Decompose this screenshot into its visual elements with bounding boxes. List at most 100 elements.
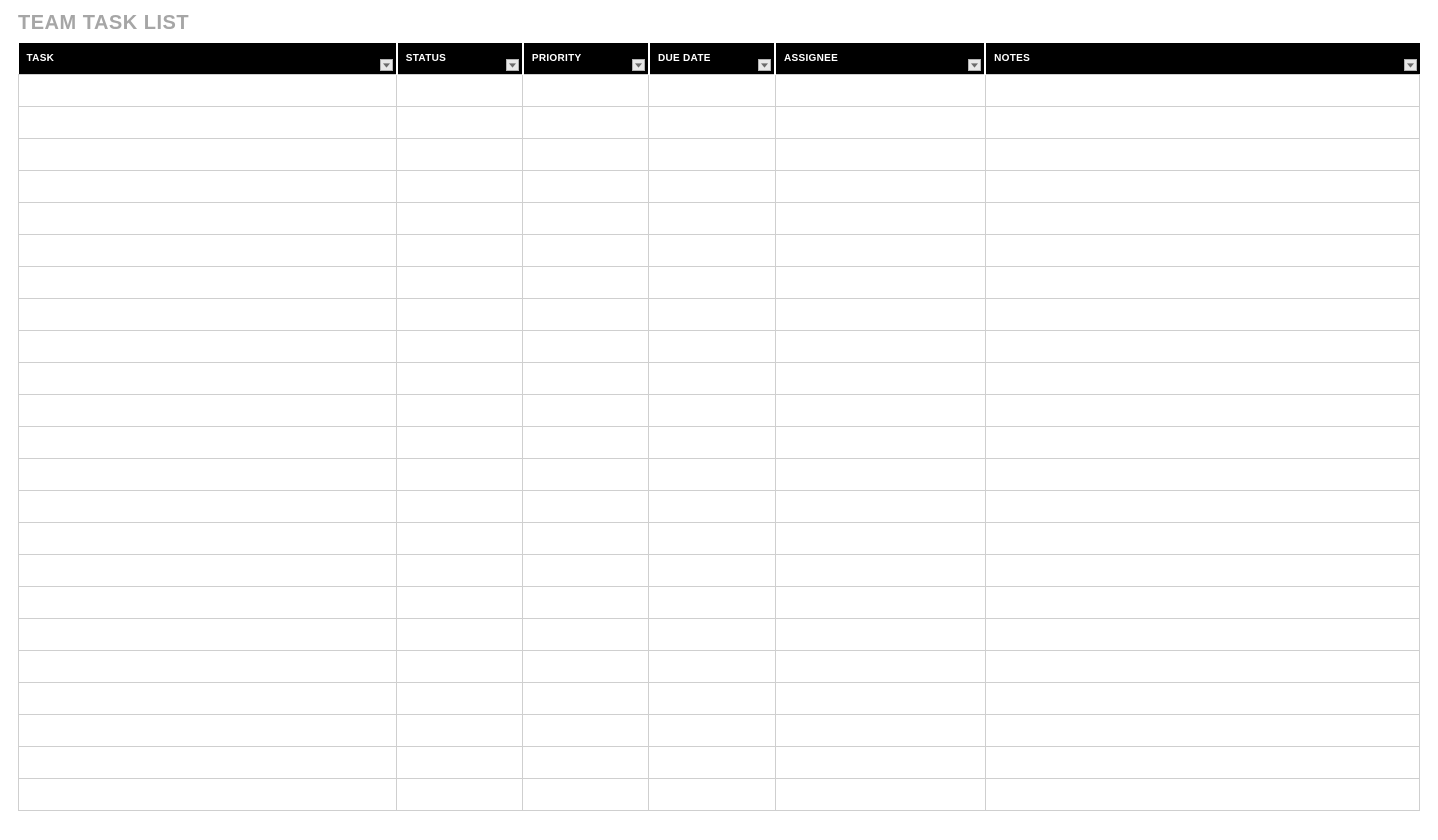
- cell-assignee[interactable]: [775, 299, 985, 331]
- cell-status[interactable]: [397, 619, 523, 651]
- cell-priority[interactable]: [523, 395, 649, 427]
- cell-notes[interactable]: [985, 235, 1419, 267]
- cell-duedate[interactable]: [649, 331, 775, 363]
- cell-duedate[interactable]: [649, 619, 775, 651]
- cell-priority[interactable]: [523, 491, 649, 523]
- cell-assignee[interactable]: [775, 779, 985, 811]
- cell-notes[interactable]: [985, 75, 1419, 107]
- cell-status[interactable]: [397, 651, 523, 683]
- cell-task[interactable]: [19, 523, 397, 555]
- cell-duedate[interactable]: [649, 235, 775, 267]
- cell-status[interactable]: [397, 235, 523, 267]
- cell-assignee[interactable]: [775, 267, 985, 299]
- cell-priority[interactable]: [523, 587, 649, 619]
- cell-status[interactable]: [397, 171, 523, 203]
- cell-task[interactable]: [19, 363, 397, 395]
- cell-priority[interactable]: [523, 203, 649, 235]
- cell-status[interactable]: [397, 459, 523, 491]
- cell-duedate[interactable]: [649, 139, 775, 171]
- cell-task[interactable]: [19, 235, 397, 267]
- cell-duedate[interactable]: [649, 555, 775, 587]
- cell-assignee[interactable]: [775, 395, 985, 427]
- cell-assignee[interactable]: [775, 587, 985, 619]
- cell-priority[interactable]: [523, 555, 649, 587]
- filter-dropdown-priority[interactable]: [632, 59, 645, 71]
- cell-status[interactable]: [397, 139, 523, 171]
- cell-task[interactable]: [19, 171, 397, 203]
- cell-priority[interactable]: [523, 331, 649, 363]
- cell-task[interactable]: [19, 75, 397, 107]
- cell-assignee[interactable]: [775, 203, 985, 235]
- cell-status[interactable]: [397, 555, 523, 587]
- cell-task[interactable]: [19, 203, 397, 235]
- cell-notes[interactable]: [985, 171, 1419, 203]
- cell-priority[interactable]: [523, 619, 649, 651]
- cell-assignee[interactable]: [775, 107, 985, 139]
- cell-notes[interactable]: [985, 459, 1419, 491]
- cell-notes[interactable]: [985, 107, 1419, 139]
- cell-priority[interactable]: [523, 107, 649, 139]
- cell-notes[interactable]: [985, 715, 1419, 747]
- cell-duedate[interactable]: [649, 203, 775, 235]
- cell-notes[interactable]: [985, 779, 1419, 811]
- cell-notes[interactable]: [985, 267, 1419, 299]
- cell-notes[interactable]: [985, 651, 1419, 683]
- cell-duedate[interactable]: [649, 715, 775, 747]
- cell-task[interactable]: [19, 587, 397, 619]
- column-header-assignee[interactable]: ASSIGNEE: [775, 43, 985, 75]
- cell-priority[interactable]: [523, 523, 649, 555]
- cell-priority[interactable]: [523, 683, 649, 715]
- cell-assignee[interactable]: [775, 363, 985, 395]
- column-header-priority[interactable]: PRIORITY: [523, 43, 649, 75]
- cell-assignee[interactable]: [775, 459, 985, 491]
- cell-priority[interactable]: [523, 139, 649, 171]
- cell-duedate[interactable]: [649, 459, 775, 491]
- cell-task[interactable]: [19, 395, 397, 427]
- cell-task[interactable]: [19, 331, 397, 363]
- cell-task[interactable]: [19, 683, 397, 715]
- filter-dropdown-status[interactable]: [506, 59, 519, 71]
- column-header-status[interactable]: STATUS: [397, 43, 523, 75]
- column-header-task[interactable]: TASK: [19, 43, 397, 75]
- cell-priority[interactable]: [523, 235, 649, 267]
- cell-priority[interactable]: [523, 715, 649, 747]
- cell-notes[interactable]: [985, 683, 1419, 715]
- column-header-notes[interactable]: NOTES: [985, 43, 1419, 75]
- cell-task[interactable]: [19, 427, 397, 459]
- cell-priority[interactable]: [523, 299, 649, 331]
- cell-notes[interactable]: [985, 587, 1419, 619]
- cell-duedate[interactable]: [649, 75, 775, 107]
- cell-assignee[interactable]: [775, 715, 985, 747]
- cell-notes[interactable]: [985, 427, 1419, 459]
- cell-status[interactable]: [397, 299, 523, 331]
- cell-task[interactable]: [19, 715, 397, 747]
- cell-duedate[interactable]: [649, 651, 775, 683]
- cell-assignee[interactable]: [775, 139, 985, 171]
- cell-task[interactable]: [19, 651, 397, 683]
- cell-status[interactable]: [397, 715, 523, 747]
- cell-task[interactable]: [19, 779, 397, 811]
- cell-assignee[interactable]: [775, 747, 985, 779]
- cell-duedate[interactable]: [649, 779, 775, 811]
- cell-task[interactable]: [19, 139, 397, 171]
- cell-status[interactable]: [397, 587, 523, 619]
- cell-duedate[interactable]: [649, 683, 775, 715]
- cell-notes[interactable]: [985, 203, 1419, 235]
- cell-duedate[interactable]: [649, 747, 775, 779]
- cell-status[interactable]: [397, 331, 523, 363]
- cell-notes[interactable]: [985, 331, 1419, 363]
- cell-task[interactable]: [19, 459, 397, 491]
- cell-assignee[interactable]: [775, 619, 985, 651]
- cell-notes[interactable]: [985, 555, 1419, 587]
- cell-priority[interactable]: [523, 747, 649, 779]
- cell-duedate[interactable]: [649, 587, 775, 619]
- cell-assignee[interactable]: [775, 171, 985, 203]
- cell-task[interactable]: [19, 107, 397, 139]
- cell-priority[interactable]: [523, 75, 649, 107]
- cell-assignee[interactable]: [775, 683, 985, 715]
- cell-notes[interactable]: [985, 619, 1419, 651]
- cell-duedate[interactable]: [649, 267, 775, 299]
- cell-task[interactable]: [19, 747, 397, 779]
- cell-assignee[interactable]: [775, 235, 985, 267]
- cell-task[interactable]: [19, 619, 397, 651]
